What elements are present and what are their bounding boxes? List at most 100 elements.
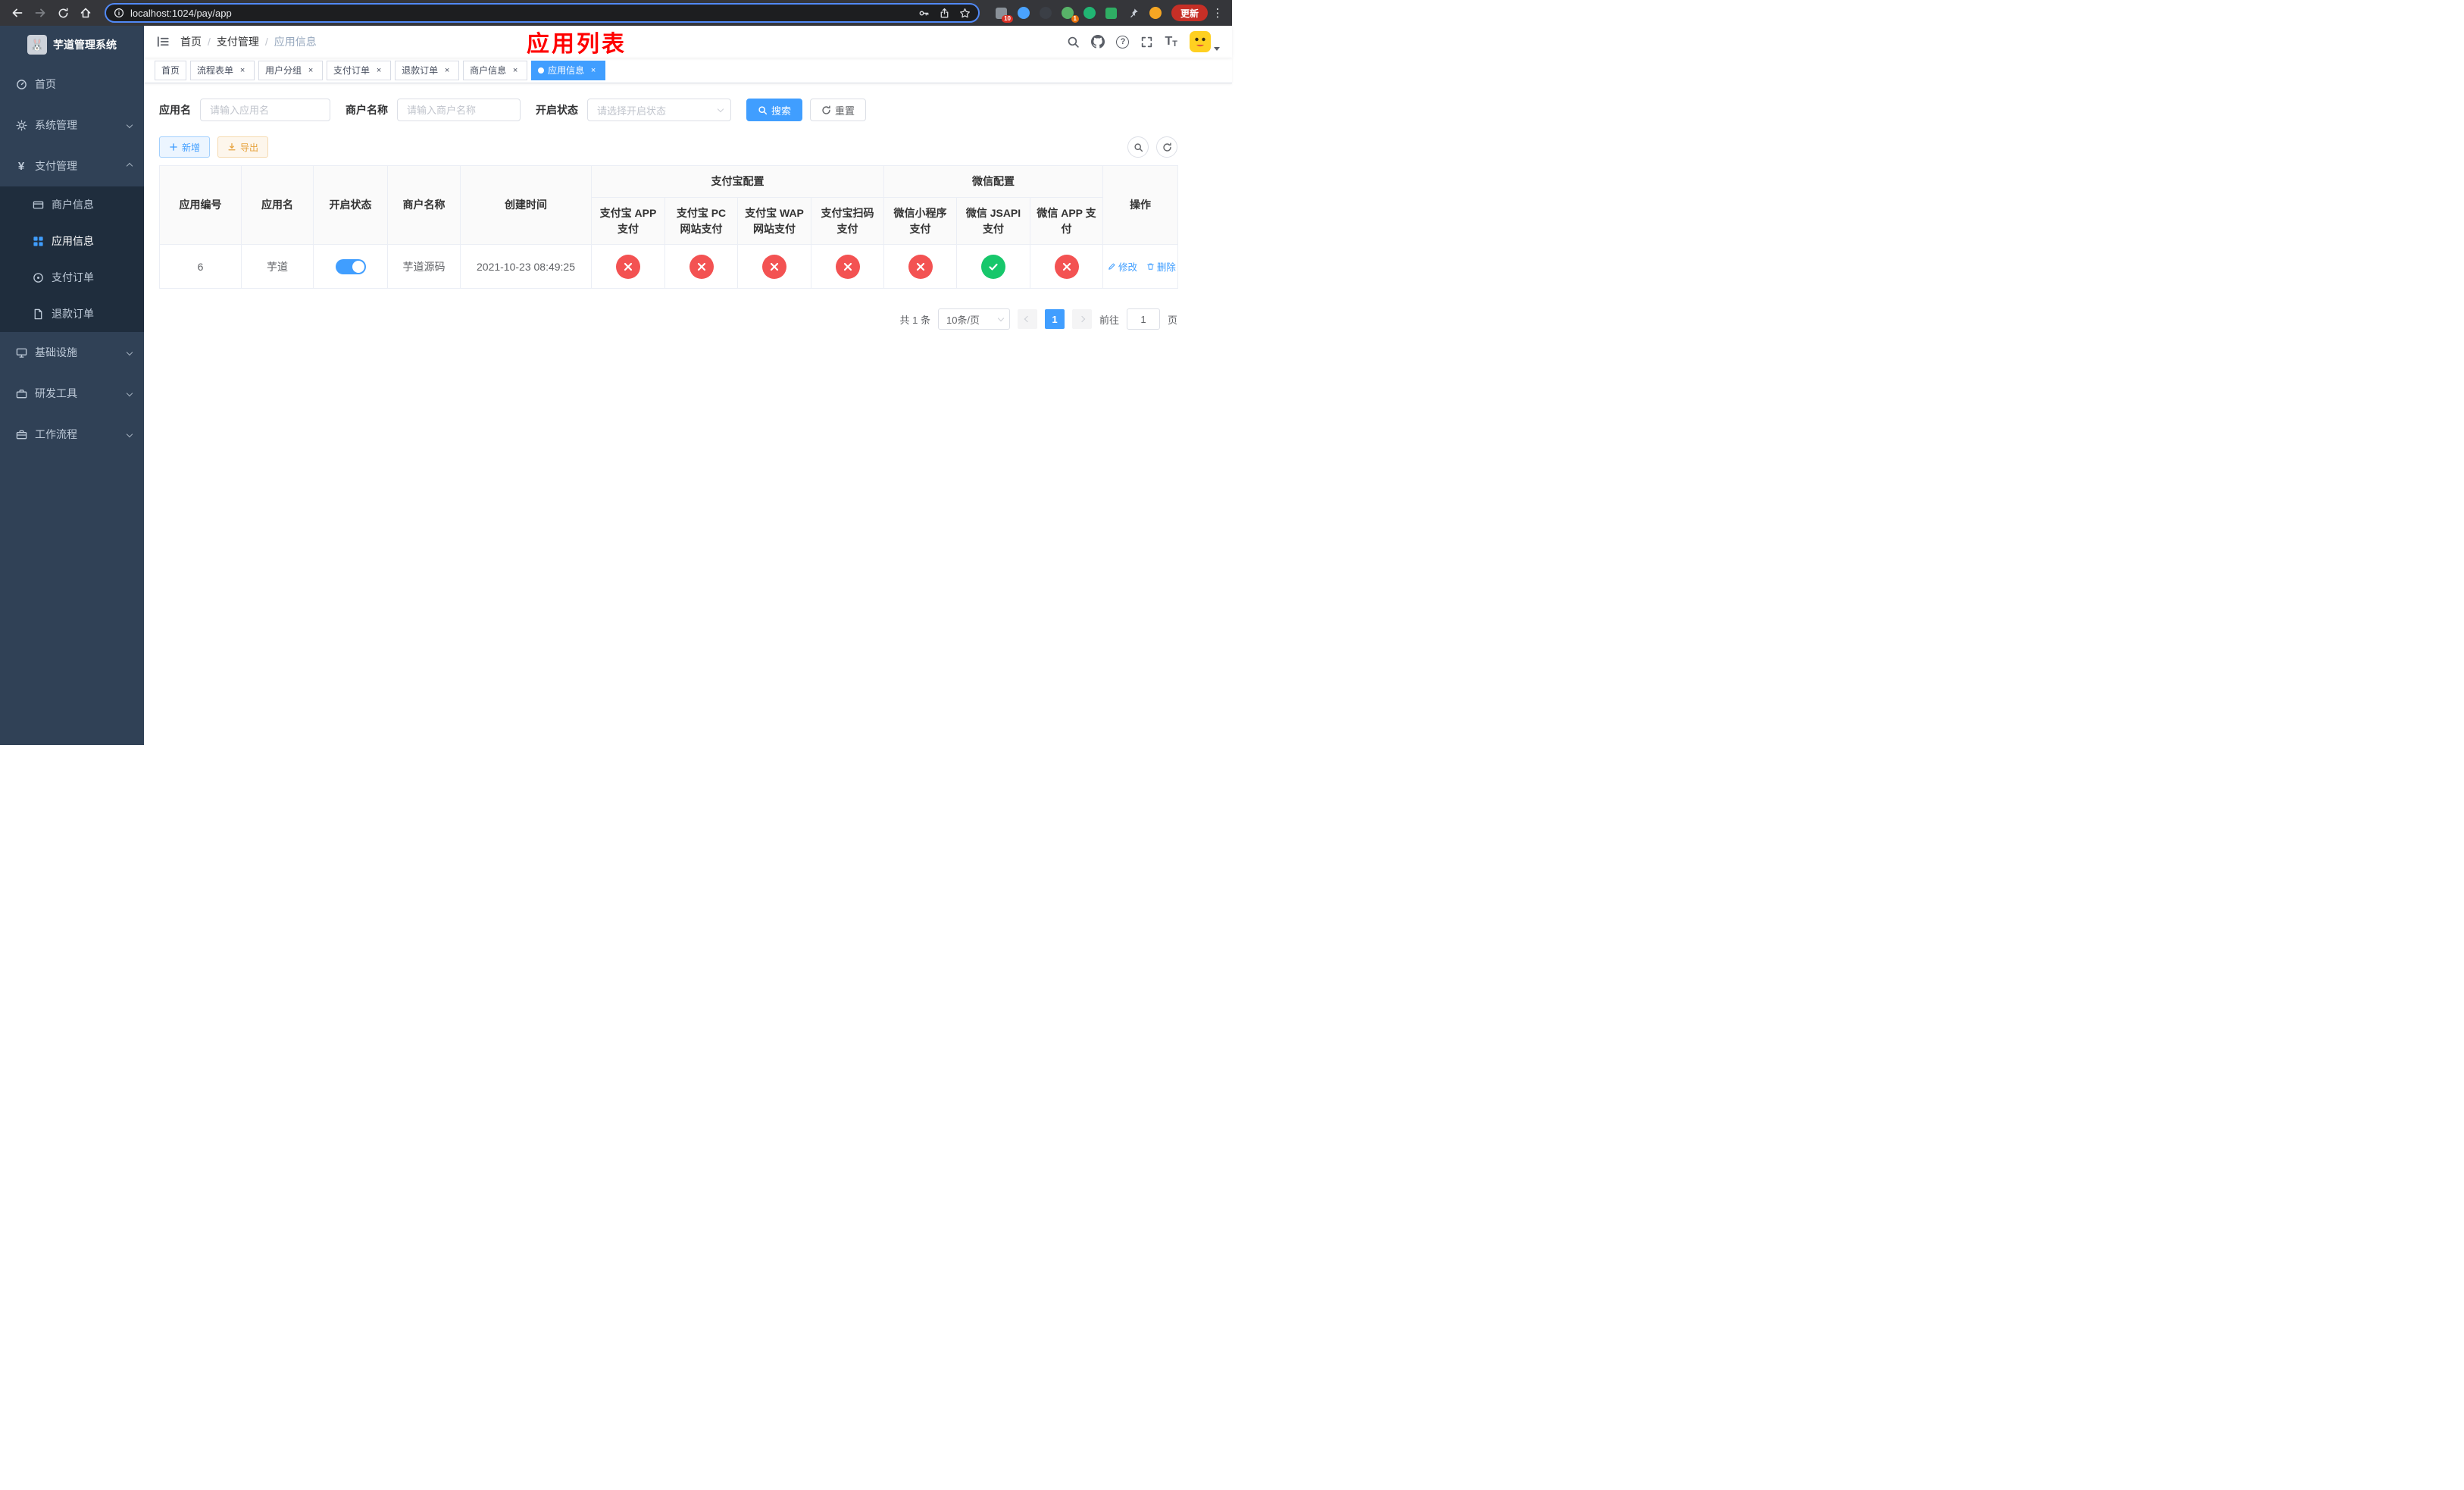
merchant-name-input[interactable] [397, 99, 521, 121]
chevron-down-icon [997, 315, 1005, 322]
address-bar[interactable]: localhost:1024/pay/app [105, 3, 980, 23]
sidebar-item-refund-orders[interactable]: 退款订单 [0, 296, 144, 332]
next-page-button[interactable] [1071, 309, 1092, 329]
cell-alipay-qr [811, 244, 884, 289]
page-content: 应用名 商户名称 开启状态 请选择开启状态 搜索 [144, 83, 1232, 330]
close-icon[interactable]: × [442, 65, 452, 76]
edit-link[interactable]: 修改 [1108, 259, 1137, 274]
chevron-down-icon [126, 430, 133, 438]
col-header-wx-mini: 微信小程序支付 [883, 197, 957, 245]
toolbox-icon [15, 388, 27, 399]
extension-icon-avatar[interactable]: 1 [1061, 6, 1079, 23]
close-icon[interactable]: × [305, 65, 316, 76]
url-text[interactable]: localhost:1024/pay/app [130, 8, 232, 19]
password-key-icon[interactable] [918, 8, 930, 19]
font-size-icon[interactable]: TT [1165, 35, 1177, 49]
bookmark-star-icon[interactable] [959, 8, 971, 19]
search-icon[interactable] [1067, 36, 1080, 49]
sidebar-toggle-icon[interactable] [156, 35, 170, 49]
delete-link[interactable]: 删除 [1146, 259, 1176, 274]
extensions-pin-icon[interactable] [1127, 6, 1140, 20]
order-icon [32, 272, 44, 283]
home-button[interactable] [76, 3, 95, 23]
cell-wx-app [1030, 244, 1103, 289]
reload-button[interactable] [53, 3, 73, 23]
extension-icon-devtools[interactable]: 10 [995, 6, 1013, 23]
col-group-wechat: 微信配置 [883, 165, 1103, 198]
tab-pay-orders[interactable]: 支付订单 × [327, 60, 392, 80]
goto-page-input[interactable] [1126, 308, 1160, 330]
export-button[interactable]: 导出 [217, 136, 269, 158]
document-icon [32, 308, 44, 320]
sidebar-item-merchant-info[interactable]: 商户信息 [0, 186, 144, 223]
toggle-search-button[interactable] [1127, 136, 1149, 158]
close-icon[interactable]: × [374, 65, 384, 76]
col-header-alipay-pc: 支付宝 PC 网站支付 [664, 197, 738, 245]
col-header-wx-app: 微信 APP 支付 [1030, 197, 1103, 245]
extension-icon-dark[interactable] [1039, 6, 1052, 20]
user-avatar[interactable] [1189, 30, 1220, 53]
browser-menu-kebab-icon[interactable]: ⋮ [1211, 6, 1224, 20]
app-name-input[interactable] [200, 99, 330, 121]
sidebar-item-app-info[interactable]: 应用信息 [0, 223, 144, 259]
active-dot [538, 67, 545, 74]
site-info-icon[interactable] [114, 8, 124, 18]
extensions-area: 10 1 [989, 6, 1168, 23]
pagination: 共 1 条 10条/页 1 前往 页 [159, 308, 1177, 330]
app-logo: 🐰 芋道管理系统 [0, 26, 144, 64]
github-icon[interactable] [1091, 35, 1105, 49]
col-header-merchant: 商户名称 [387, 165, 461, 245]
search-button[interactable]: 搜索 [746, 99, 803, 121]
col-header-created: 创建时间 [460, 165, 592, 245]
profile-avatar[interactable] [1149, 6, 1162, 20]
reset-button[interactable]: 重置 [810, 99, 867, 121]
top-navbar: 首页 / 支付管理 / 应用信息 应用列表 ? TT [144, 26, 1232, 58]
app-name-label: 应用名 [159, 104, 191, 116]
tab-process-form[interactable]: 流程表单 × [190, 60, 255, 80]
sidebar-item-system[interactable]: 系统管理 [0, 105, 144, 146]
add-button[interactable]: 新增 [159, 136, 211, 158]
update-button[interactable]: 更新 [1171, 5, 1208, 21]
sidebar-item-infrastructure[interactable]: 基础设施 [0, 332, 144, 373]
chevron-down-icon [126, 390, 133, 397]
status-toggle[interactable] [335, 258, 366, 274]
page-number-1[interactable]: 1 [1044, 309, 1065, 329]
cell-merchant: 芋道源码 [387, 244, 461, 289]
breadcrumb-payment[interactable]: 支付管理 [217, 34, 259, 49]
refresh-button[interactable] [1156, 136, 1177, 158]
goto-label: 前往 [1099, 314, 1119, 326]
sidebar-item-home[interactable]: 首页 [0, 64, 144, 105]
app-table: 应用编号 应用名 开启状态 商户名称 创建时间 支付宝配置 微信配置 操作 支付… [159, 165, 1178, 289]
close-icon[interactable]: × [237, 65, 248, 76]
extension-icon-check[interactable] [1083, 6, 1096, 20]
tab-home[interactable]: 首页 [155, 60, 187, 80]
fullscreen-icon[interactable] [1140, 36, 1153, 49]
page-size-select[interactable]: 10条/页 [937, 308, 1010, 330]
tab-refund-orders[interactable]: 退款订单 × [395, 60, 460, 80]
prev-page-button[interactable] [1017, 309, 1037, 329]
tab-app-info[interactable]: 应用信息 × [531, 60, 606, 80]
close-icon[interactable]: × [588, 65, 599, 76]
status-cross-icon [1054, 254, 1079, 279]
sidebar-item-payment[interactable]: ¥ 支付管理 [0, 146, 144, 186]
extension-icon-book[interactable] [1105, 6, 1118, 20]
cell-actions: 修改 删除 [1102, 244, 1178, 289]
tab-merchant-info[interactable]: 商户信息 × [463, 60, 528, 80]
share-icon[interactable] [939, 8, 950, 19]
sidebar-item-pay-orders[interactable]: 支付订单 [0, 259, 144, 296]
sidebar-item-workflow[interactable]: 工作流程 [0, 414, 144, 455]
cell-alipay-wap [737, 244, 811, 289]
tab-user-group[interactable]: 用户分组 × [258, 60, 324, 80]
cell-created: 2021-10-23 08:49:25 [460, 244, 592, 289]
status-label: 开启状态 [536, 104, 578, 116]
status-select[interactable]: 请选择开启状态 [587, 99, 731, 121]
help-icon[interactable]: ? [1116, 35, 1130, 49]
breadcrumb-home[interactable]: 首页 [180, 34, 202, 49]
close-icon[interactable]: × [510, 65, 521, 76]
extension-icon-drop[interactable] [1017, 6, 1030, 20]
forward-button[interactable] [30, 3, 50, 23]
tags-view: 首页 流程表单 × 用户分组 × 支付订单 × 退款订单 × 商户信息 × 应用信息 × [144, 58, 1232, 83]
page-title: 应用列表 [527, 32, 627, 57]
sidebar-item-dev-tools[interactable]: 研发工具 [0, 373, 144, 414]
back-button[interactable] [8, 3, 27, 23]
